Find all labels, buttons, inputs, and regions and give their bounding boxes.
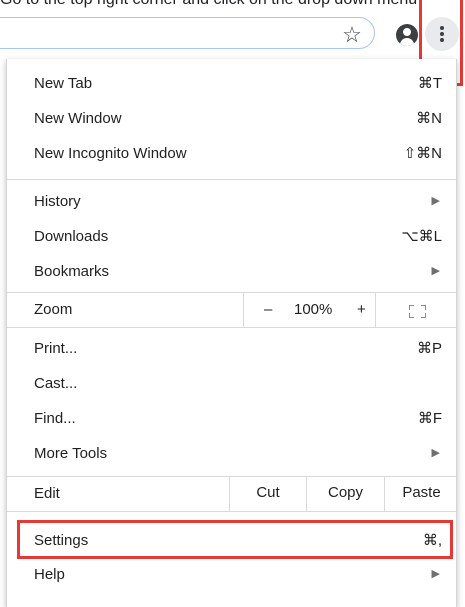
menu-item-label: Downloads <box>34 228 109 245</box>
menu-item-downloads[interactable]: Downloads ⌥⌘L <box>7 219 458 254</box>
copy-button[interactable]: Copy <box>306 476 384 512</box>
menu-item-label: Help <box>34 566 65 583</box>
zoom-controls: – 100% + <box>243 293 376 327</box>
zoom-in-button[interactable]: + <box>357 293 366 327</box>
menu-item-label: New Window <box>34 110 122 127</box>
menu-item-label: Print... <box>34 340 78 357</box>
menu-item-label: Find... <box>34 410 76 427</box>
zoom-out-button[interactable]: – <box>264 293 272 327</box>
chrome-menu-button[interactable] <box>425 17 459 51</box>
menu-item-shortcut: ⌘N <box>416 110 442 127</box>
menu-item-new-incognito-window[interactable]: New Incognito Window ⇧⌘N <box>7 136 458 171</box>
edit-label: Edit <box>34 485 60 502</box>
menu-item-print[interactable]: Print... ⌘P <box>7 331 458 366</box>
menu-item-label: History <box>34 193 81 210</box>
edit-row: Edit Cut Copy Paste <box>7 476 458 512</box>
menu-item-label: Bookmarks <box>34 263 110 280</box>
menu-item-label: New Incognito Window <box>34 145 187 162</box>
menu-item-help[interactable]: Help ▶ <box>7 557 458 592</box>
submenu-arrow-icon: ▶ <box>431 447 440 459</box>
zoom-row: Zoom – 100% + <box>7 292 458 328</box>
submenu-arrow-icon: ▶ <box>431 568 440 580</box>
address-bar[interactable] <box>0 17 375 49</box>
menu-item-cast[interactable]: Cast... <box>7 366 458 401</box>
account-icon[interactable] <box>396 24 418 46</box>
menu-item-find[interactable]: Find... ⌘F <box>7 401 458 436</box>
menu-item-shortcut: ⌘, <box>422 532 442 549</box>
zoom-label: Zoom <box>34 301 73 318</box>
menu-item-settings[interactable]: Settings ⌘, <box>7 523 458 558</box>
menu-item-shortcut: ⌘P <box>416 340 442 357</box>
cut-button[interactable]: Cut <box>229 476 306 512</box>
menu-item-shortcut: ⌘F <box>417 410 442 427</box>
zoom-level: 100% <box>294 301 333 318</box>
menu-item-label: More Tools <box>34 445 108 462</box>
menu-item-bookmarks[interactable]: Bookmarks ▶ <box>7 254 458 289</box>
menu-item-label: Settings <box>34 532 89 549</box>
menu-item-shortcut: ⌥⌘L <box>401 228 442 245</box>
menu-separator <box>7 179 458 180</box>
menu-item-more-tools[interactable]: More Tools ▶ <box>7 436 458 471</box>
menu-item-shortcut: ⇧⌘N <box>403 145 442 162</box>
star-icon[interactable]: ☆ <box>340 23 364 47</box>
submenu-arrow-icon: ▶ <box>431 265 440 277</box>
chrome-menu: New Tab ⌘T New Window ⌘N New Incognito W… <box>6 59 458 607</box>
menu-item-new-window[interactable]: New Window ⌘N <box>7 101 458 136</box>
browser-toolbar: ☆ <box>0 9 465 59</box>
menu-item-label: New Tab <box>34 75 93 92</box>
fullscreen-button[interactable] <box>375 293 458 327</box>
fullscreen-icon <box>409 305 414 310</box>
submenu-arrow-icon: ▶ <box>431 195 440 207</box>
menu-item-history[interactable]: History ▶ <box>7 184 458 219</box>
menu-item-label: Cast... <box>34 375 78 392</box>
menu-item-shortcut: ⌘T <box>417 75 442 92</box>
paste-button[interactable]: Paste <box>384 476 458 512</box>
instruction-text: Go to the top right corner and click on … <box>0 0 465 9</box>
menu-item-new-tab[interactable]: New Tab ⌘T <box>7 66 458 101</box>
